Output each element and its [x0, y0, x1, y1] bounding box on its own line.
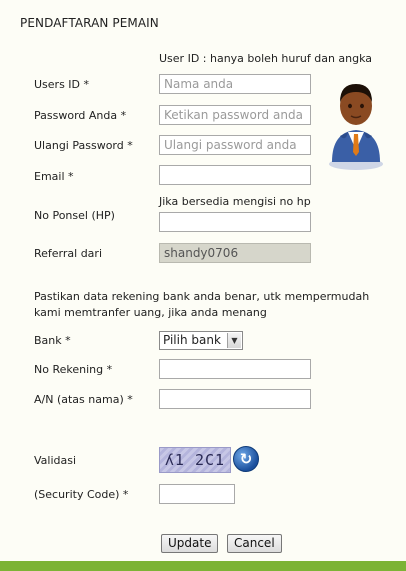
page-title: PENDAFTARAN PEMAIN — [20, 16, 159, 30]
password-label: Password Anda * — [34, 109, 127, 122]
account-name-label: A/N (atas nama) * — [34, 393, 133, 406]
password-repeat-input[interactable] — [159, 135, 311, 155]
user-id-hint: User ID : hanya boleh huruf dan angka — [159, 52, 373, 65]
refresh-icon[interactable]: ↻ — [233, 446, 259, 472]
bottom-bar — [0, 561, 406, 571]
validation-label: Validasi — [34, 454, 77, 467]
email-label: Email * — [34, 170, 74, 183]
chevron-down-icon[interactable]: ▼ — [227, 333, 241, 348]
password-repeat-label: Ulangi Password * — [34, 139, 133, 152]
account-no-input[interactable] — [159, 359, 311, 379]
phone-hint: Jika bersedia mengisi no hp — [159, 195, 311, 208]
security-code-label: (Security Code) * — [34, 488, 129, 501]
email-input[interactable] — [159, 165, 311, 185]
user-avatar-icon — [326, 72, 386, 172]
bank-note: Pastikan data rekening bank anda benar, … — [34, 290, 370, 319]
referral-label: Referral dari — [34, 247, 103, 260]
bank-select-value: Pilih bank — [163, 333, 221, 347]
account-no-label: No Rekening * — [34, 363, 113, 376]
user-id-label: Users ID * — [34, 78, 90, 91]
user-id-input[interactable] — [159, 74, 311, 94]
account-name-input[interactable] — [159, 389, 311, 409]
bank-label: Bank * — [34, 334, 71, 347]
password-input[interactable] — [159, 105, 311, 125]
phone-label: No Ponsel (HP) — [34, 209, 115, 222]
captcha-image: ʎ1 2C1 — [159, 447, 231, 473]
phone-input[interactable] — [159, 212, 311, 232]
security-code-input[interactable] — [159, 484, 235, 504]
update-button[interactable]: Update — [161, 534, 219, 553]
referral-input[interactable] — [159, 243, 311, 263]
bank-select[interactable]: Pilih bank ▼ — [159, 331, 243, 350]
cancel-button[interactable]: Cancel — [227, 534, 282, 553]
